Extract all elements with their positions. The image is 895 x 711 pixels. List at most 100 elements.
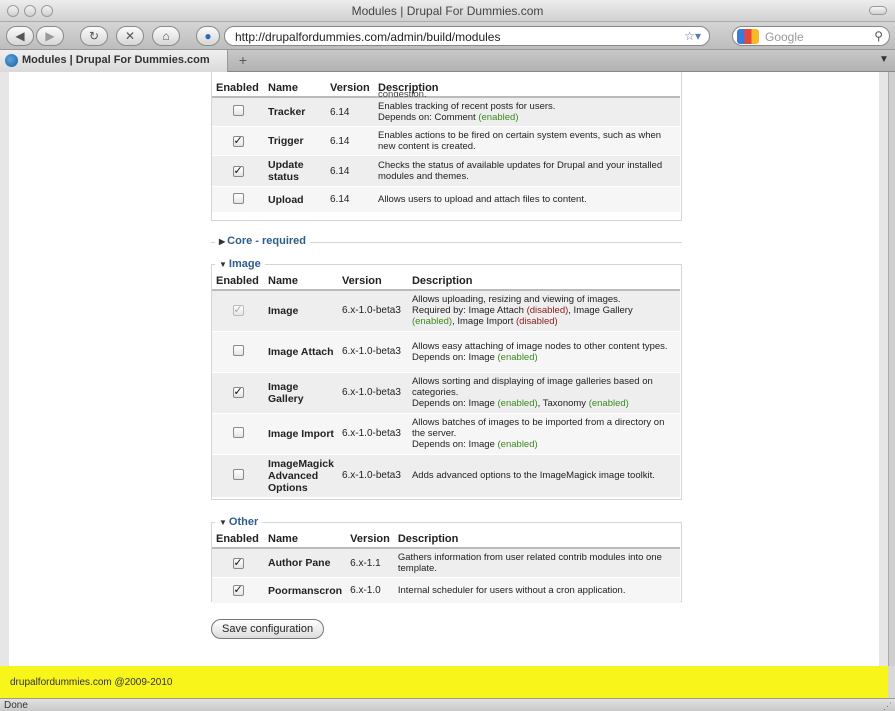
col-name: Name [264,273,338,291]
table-row: ✓ Author Pane 6.x-1.1 Gathers informatio… [212,548,680,578]
enable-checkbox[interactable]: ✓ [232,585,244,596]
module-description: Allows users to upload and attach files … [374,186,680,213]
module-description: Adds advanced options to the ImageMagick… [407,454,680,498]
module-version: 6.x-1.0-beta3 [337,413,408,455]
module-version: 6.14 [326,97,374,127]
module-version: 6.x-1.0-beta3 [337,454,408,498]
dependency-text: Depends on: Image [411,351,495,363]
module-name: Upload [264,186,326,213]
module-name: Image [264,290,338,332]
module-description: Internal scheduler for users without a c… [393,577,680,604]
footer-text: drupalfordummies.com @2009-2010 [10,677,173,688]
module-version: 6.x-1.0-beta3 [337,331,408,373]
enable-checkbox[interactable] [232,192,244,204]
enable-checkbox[interactable]: ✓ [232,387,244,398]
bookmark-star-icon[interactable]: ☆▾ [684,29,701,43]
module-description: Checks the status of available updates f… [374,155,680,187]
other-legend-label: Other [228,516,259,528]
browser-toolbar: ◀ ▶ ↻ ✕ ⌂ ● http://drupalfordummies.com/… [0,22,895,50]
enable-checkbox-disabled: ✓ [232,304,244,317]
module-name: Trigger [264,126,326,156]
desc-text: Allows sorting and displaying of image g… [411,376,653,398]
dependency-status: (enabled) [588,398,629,409]
module-version: 6.x-1.0-beta3 [337,290,408,332]
home-icon[interactable]: ⌂ [152,26,180,46]
col-name: Name [264,531,347,549]
back-icon[interactable]: ◀ [6,26,34,46]
enable-checkbox[interactable] [232,105,244,116]
reload-icon[interactable]: ↻ [80,26,108,46]
core-required-legend[interactable]: ▶ Core - required [215,235,311,247]
core-required-label: Core - required [227,235,307,247]
search-input[interactable]: Google ⚲ [732,26,890,46]
page-content: Enabled Name Version Description congest… [9,72,879,666]
enable-checkbox[interactable] [232,426,244,438]
resize-grip-icon[interactable]: ⋰ [883,701,892,711]
dependency-status: (enabled) [497,398,538,409]
module-version: 6.x-1.0-beta3 [337,372,408,414]
site-identity-icon[interactable]: ● [196,26,220,46]
expanded-arrow-icon: ▼ [219,518,227,527]
col-name: Name [264,80,326,98]
desc-text: Allows uploading, resizing and viewing o… [411,294,621,306]
module-name: Author Pane [264,548,347,578]
url-bar[interactable]: http://drupalfordummies.com/admin/build/… [224,26,710,46]
module-name: Tracker [264,97,326,127]
search-icon[interactable]: ⚲ [874,29,883,43]
dependency-status: (enabled) [497,351,538,363]
desc-text: Allows easy attaching of image nodes to … [411,340,668,352]
col-enabled: Enabled [212,273,264,291]
module-name: Poormanscron [264,577,347,604]
col-enabled: Enabled [212,80,264,98]
status-text: Done [4,700,28,711]
module-description: Allows uploading, resizing and viewing o… [407,290,680,332]
module-name: Image Import [264,413,338,455]
window-title: Modules | Drupal For Dummies.com [351,4,544,18]
other-legend[interactable]: ▼ Other [215,516,263,528]
enable-checkbox[interactable] [232,344,244,356]
expanded-arrow-icon: ▼ [219,260,227,269]
toolbar-toggle-icon[interactable] [869,6,887,15]
save-configuration-button[interactable]: Save configuration [211,619,325,639]
module-description: Allows sorting and displaying of image g… [407,372,680,414]
new-tab-button[interactable]: + [233,52,253,70]
forward-icon[interactable]: ▶ [36,26,64,46]
status-bar: Done ⋰ [0,698,895,711]
url-text: http://drupalfordummies.com/admin/build/… [235,30,501,44]
image-legend[interactable]: ▼ Image [215,258,265,270]
module-name: Image Attach [264,331,338,373]
table-row: ✓ Image Gallery 6.x-1.0-beta3 Allows sor… [212,372,680,414]
table-row: ✓ Image 6.x-1.0-beta3 Allows uploading, … [212,290,680,332]
site-footer: drupalfordummies.com @2009-2010 [0,666,888,698]
tab-strip: Modules | Drupal For Dummies.com + ▼ [0,50,895,72]
stop-icon[interactable]: ✕ [116,26,144,46]
vertical-scrollbar[interactable] [888,72,895,666]
required-status: (disabled) [515,316,558,328]
enable-checkbox[interactable]: ✓ [232,557,244,569]
required-by-text: , Image Import [452,316,514,328]
table-row: Upload 6.14 Allows users to upload and a… [212,186,680,213]
col-enabled: Enabled [212,531,264,549]
dependency-text: , Taxonomy [537,398,587,409]
enable-checkbox[interactable]: ✓ [232,135,244,147]
module-name: Update status [264,155,326,187]
required-status: (enabled) [411,316,453,328]
module-version: 6.14 [326,126,374,156]
tab-list-icon[interactable]: ▼ [879,54,891,68]
enable-checkbox[interactable]: ✓ [232,165,244,177]
col-description: Description congestion. [374,80,680,98]
desc-text: Allows batches of images to be imported … [411,417,665,439]
tab-modules[interactable]: Modules | Drupal For Dummies.com [0,50,228,72]
image-legend-label: Image [228,258,261,270]
table-row: ✓ Update status 6.14 Checks the status o… [212,155,680,187]
module-name: ImageMagick Advanced Options [264,454,338,498]
collapsed-arrow-icon: ▶ [219,237,226,246]
dependency-text: Depends on: Image [411,439,495,450]
module-version: 6.14 [326,186,374,213]
enable-checkbox[interactable] [232,468,244,480]
page-viewport: Enabled Name Version Description congest… [0,72,888,666]
modules-table-image: Enabled Name Version Description ✓ Image… [212,273,680,498]
col-version: Version [346,531,394,549]
clipped-description: congestion. [378,91,427,97]
search-engine-icon[interactable] [737,29,759,44]
